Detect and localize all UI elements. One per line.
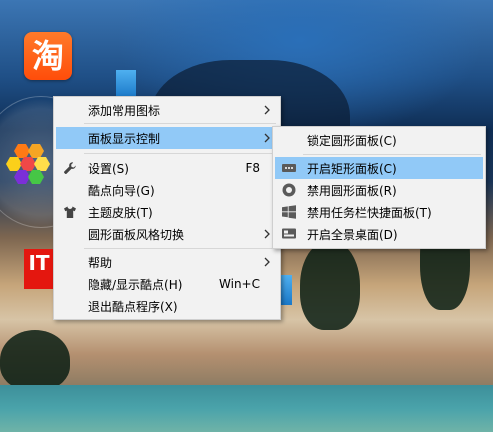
menu-item-label: 禁用任务栏快捷面板(T) (307, 205, 432, 220)
menu-item-panel-display-control[interactable]: 面板显示控制 (56, 127, 278, 149)
menu-item-label: 退出酷点程序(X) (88, 299, 178, 314)
menu-item-help[interactable]: 帮助 (56, 251, 278, 273)
menu-item-label: 添加常用图标 (88, 103, 161, 118)
menu-item-add-common-icons[interactable]: 添加常用图标 (56, 99, 278, 121)
menu-item-label: 面板显示控制 (88, 131, 161, 146)
menu-item-theme-skin[interactable]: 主题皮肤(T) (56, 201, 278, 223)
wrench-icon (62, 160, 78, 176)
menu-item-label: 主题皮肤(T) (88, 205, 153, 220)
context-menu: 添加常用图标 面板显示控制 设置(S) F8 酷点向导(G) 主题皮肤(T) 圆… (53, 96, 281, 320)
chevron-right-icon (264, 257, 270, 267)
tree (0, 330, 70, 390)
chevron-right-icon (264, 105, 270, 115)
menu-item-hide-show[interactable]: 隐藏/显示酷点(H) Win+C (56, 273, 278, 295)
menu-separator (84, 248, 276, 249)
windows-icon (281, 204, 297, 220)
menu-item-label: 圆形面板风格切换 (88, 227, 185, 242)
menu-item-label: 锁定圆形面板(C) (307, 133, 397, 148)
submenu-item-enable-rect-panel[interactable]: 开启矩形面板(C) (275, 157, 483, 179)
panel-display-submenu: 锁定圆形面板(C) 开启矩形面板(C) 禁用圆形面板(R) 禁用任务栏快捷面板(… (272, 126, 486, 249)
menu-item-label: 开启全景桌面(D) (307, 227, 398, 242)
submenu-item-lock-circular-panel[interactable]: 锁定圆形面板(C) (275, 129, 483, 151)
menu-item-label: 开启矩形面板(C) (307, 161, 397, 176)
menu-item-shortcut: F8 (245, 161, 260, 175)
submenu-item-panorama-desktop[interactable]: 开启全景桌面(D) (275, 223, 483, 245)
menu-item-exit[interactable]: 退出酷点程序(X) (56, 295, 278, 317)
shirt-icon (62, 204, 78, 220)
menu-separator (303, 154, 481, 155)
chevron-right-icon (264, 133, 270, 143)
menu-item-circular-style-switch[interactable]: 圆形面板风格切换 (56, 223, 278, 245)
hexagon-cube-icon[interactable] (4, 140, 52, 188)
tree (300, 240, 360, 330)
desktop-icon-partial[interactable] (116, 70, 136, 98)
taobao-desktop-icon[interactable]: 淘 (24, 32, 72, 80)
circle-panel-icon (281, 182, 297, 198)
submenu-item-disable-circular-panel[interactable]: 禁用圆形面板(R) (275, 179, 483, 201)
chevron-right-icon (264, 229, 270, 239)
ithome-desktop-icon[interactable]: IT (24, 249, 54, 289)
menu-item-label: 禁用圆形面板(R) (307, 183, 397, 198)
menu-separator (84, 123, 276, 124)
rect-panel-icon (281, 160, 297, 176)
ithome-glyph: IT (28, 251, 50, 275)
desktop-icon (281, 226, 297, 242)
menu-item-wizard[interactable]: 酷点向导(G) (56, 179, 278, 201)
menu-separator (84, 153, 276, 154)
menu-item-label: 帮助 (88, 255, 113, 270)
submenu-item-disable-taskbar-panel[interactable]: 禁用任务栏快捷面板(T) (275, 201, 483, 223)
menu-item-settings[interactable]: 设置(S) F8 (56, 157, 278, 179)
menu-item-label: 酷点向导(G) (88, 183, 155, 198)
taobao-glyph: 淘 (31, 37, 64, 75)
menu-item-label: 设置(S) (88, 161, 129, 176)
menu-item-label: 隐藏/显示酷点(H) (88, 277, 183, 292)
menu-item-shortcut: Win+C (219, 277, 260, 291)
lake-water (0, 385, 493, 432)
